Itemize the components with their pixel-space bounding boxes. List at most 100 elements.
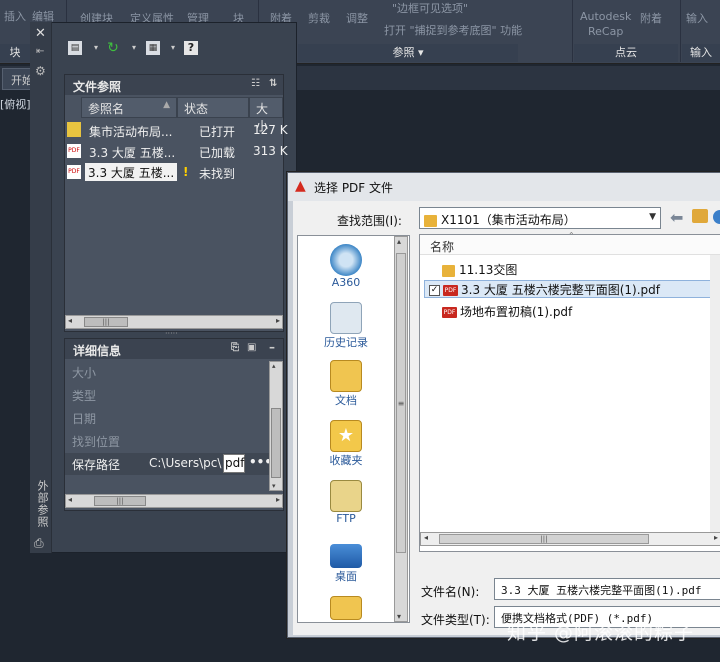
file-references-header: 文件参照 ☷ ⇅ [65, 75, 283, 95]
splitter-grip[interactable]: ····· [165, 329, 178, 338]
saved-path-input[interactable]: pdf [223, 454, 245, 473]
palette-title: 外部参照 [36, 480, 49, 528]
change-path-icon[interactable]: ▦ [146, 41, 160, 55]
filename-input[interactable]: 3.3 大厦 五楼六楼完整平面图(1).pdf [494, 578, 720, 600]
file-row[interactable]: PDF 场地布置初稿(1).pdf [442, 303, 572, 321]
file-row[interactable]: 11.13交图 [442, 261, 517, 279]
ribbon-item-import[interactable]: 输入 [686, 10, 708, 26]
dialog-title: 选择 PDF 文件 [314, 181, 394, 195]
search-web-icon[interactable] [713, 210, 720, 224]
filelist-hscrollbar[interactable]: ◂ ||| ▸ [420, 532, 720, 546]
chevron-down-icon: ▼ [649, 212, 656, 222]
scroll-thumb[interactable]: ≡ [396, 253, 406, 553]
scroll-thumb[interactable]: ||| [94, 496, 146, 506]
viewport-label[interactable]: [俯视] [0, 96, 31, 112]
refresh-icon[interactable]: ↻ [106, 41, 120, 55]
scroll-up-icon[interactable]: ▴ [272, 362, 276, 370]
warning-icon: ! [183, 165, 189, 179]
help-icon[interactable]: ? [184, 41, 198, 55]
list-view-icon[interactable]: ☷ [251, 78, 260, 89]
panel-reference[interactable]: 参照 ▾ [298, 44, 518, 62]
ribbon-item-snap-underlay[interactable]: 打开 "捕捉到参考底图" 功能 [384, 22, 522, 38]
ref-size: 127 K [253, 123, 288, 137]
place-documents[interactable]: 文档 [298, 360, 394, 408]
column-header-name[interactable]: 参照名 ▲ [81, 97, 177, 118]
file-row-selected[interactable]: ✓ PDF 3.3 大厦 五楼六楼完整平面图(1).pdf [424, 280, 720, 298]
a360-icon [330, 244, 362, 276]
desktop-icon [330, 544, 362, 568]
up-folder-icon[interactable] [692, 209, 708, 223]
sort-indicator-icon: ⌃ [568, 231, 575, 240]
refs-hscrollbar[interactable]: ◂ ||| ▸ [65, 315, 283, 329]
column-header-name[interactable]: 名称 [430, 238, 454, 255]
detail-row-size: 大小 [72, 366, 97, 380]
palette-menu-icon[interactable]: ⎙ [34, 536, 44, 551]
scroll-right-icon[interactable]: ▸ [276, 316, 280, 325]
place-desktop[interactable]: 桌面 [298, 540, 394, 584]
ribbon-item-adjust[interactable]: 调整 [346, 10, 368, 26]
details-vscrollbar[interactable]: ▴ ▾ [269, 361, 283, 491]
filelist-vscrollbar[interactable] [710, 255, 720, 539]
scroll-up-icon[interactable]: ▴ [397, 237, 401, 246]
scroll-left-icon[interactable]: ◂ [68, 316, 72, 325]
back-icon[interactable]: ⬅ [670, 208, 683, 227]
place-more[interactable] [298, 596, 394, 620]
place-favorites[interactable]: ★ 收藏夹 [298, 420, 394, 468]
scroll-down-icon[interactable]: ▾ [272, 482, 276, 490]
refresh-dropdown-icon[interactable]: ▾ [127, 41, 141, 55]
scroll-down-icon[interactable]: ▾ [397, 612, 401, 621]
file-list-header[interactable]: 名称 ⌃ [420, 231, 720, 255]
scroll-left-icon[interactable]: ◂ [424, 533, 428, 542]
ribbon-item-frame-visible[interactable]: "边框可见选项" [392, 0, 468, 16]
pdf-file-icon: PDF [443, 285, 458, 296]
ribbon-item-autodesk[interactable]: Autodesk [580, 10, 631, 23]
scroll-thumb[interactable]: ||| [84, 317, 128, 327]
lookin-dropdown[interactable]: X1101（集市活动布局） ▼ [419, 207, 661, 229]
place-history[interactable]: 历史记录 [298, 302, 394, 350]
ribbon-item-clip[interactable]: 剪裁 [308, 10, 330, 26]
places-vscrollbar[interactable]: ▴ ≡ ▾ [394, 236, 408, 622]
scroll-thumb[interactable] [271, 408, 281, 478]
details-title: 详细信息 [73, 344, 122, 358]
file-list: 名称 ⌃ 11.13交图 ✓ PDF 3.3 大厦 五楼六楼完整平面图(1).pdf… [419, 231, 720, 552]
attach-dropdown-icon[interactable]: ▾ [89, 41, 103, 55]
ref-row[interactable]: 集市活动布局... 已打开 127 K [65, 120, 288, 140]
ref-row[interactable]: PDF 3.3 大厦 五楼... 已加载 313 K [65, 141, 288, 161]
ref-row-selected[interactable]: PDF 3.3 大厦 五楼... ! 未找到 [65, 162, 283, 182]
dwg-file-icon [67, 122, 81, 137]
preview-icon[interactable]: ▣ [247, 342, 256, 353]
column-header-status[interactable]: 状态 [177, 97, 249, 118]
detail-row-found-at: 找到位置 [72, 435, 121, 449]
autohide-icon[interactable]: ⇤ [36, 46, 44, 57]
panel-import: 输入 [682, 44, 720, 62]
ref-status: 未找到 [199, 167, 236, 181]
place-a360[interactable]: A360 [298, 244, 394, 289]
detail-row-type: 类型 [72, 389, 97, 403]
palette-toolbar: ▤ ▾ ↻ ▾ ▦ ▾ ? [52, 33, 292, 63]
gear-icon[interactable]: ⚙ [35, 64, 46, 78]
ribbon-item-attach-2[interactable]: 附着 [640, 10, 662, 26]
ribbon-item-insert[interactable]: 插入 [4, 8, 26, 24]
lookin-value: X1101（集市活动布局） [441, 213, 576, 227]
saved-path-label: 保存路径 [72, 458, 121, 472]
close-icon[interactable]: ✕ [35, 26, 46, 41]
collapse-icon[interactable]: – [269, 340, 275, 354]
column-header-size[interactable]: 大小 [249, 97, 283, 133]
checkbox-checked[interactable]: ✓ [429, 285, 440, 296]
ribbon-item-recap[interactable]: ReCap [588, 25, 623, 38]
place-ftp[interactable]: FTP [298, 480, 394, 525]
path-dropdown-icon[interactable]: ▾ [166, 41, 180, 55]
scroll-left-icon[interactable]: ◂ [68, 495, 72, 504]
pdf-file-icon: PDF [67, 165, 81, 179]
filetype-label: 文件类型(T): [421, 613, 490, 627]
scroll-right-icon[interactable]: ▸ [276, 495, 280, 504]
details-hscrollbar[interactable]: ◂ ||| ▸ [65, 494, 283, 508]
scroll-thumb[interactable]: ||| [439, 534, 649, 544]
tree-view-icon[interactable]: ⇅ [269, 78, 277, 89]
details-view-icon[interactable]: ⎘ [231, 342, 239, 353]
pdf-file-icon: PDF [67, 144, 81, 158]
attach-dwg-icon[interactable]: ▤ [68, 41, 82, 55]
scroll-right-icon[interactable]: ▸ [714, 533, 718, 542]
pdf-file-icon: PDF [442, 307, 457, 318]
dialog-titlebar[interactable]: ▲ 选择 PDF 文件 [288, 173, 720, 201]
